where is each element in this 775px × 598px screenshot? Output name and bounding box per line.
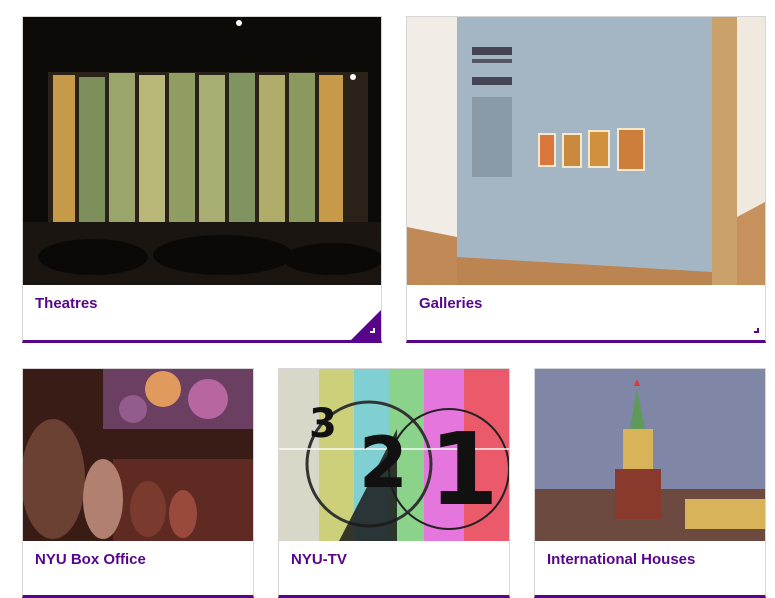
- international-houses-card[interactable]: International Houses: [534, 368, 766, 598]
- galleries-label[interactable]: Galleries: [419, 295, 482, 312]
- corner-arrow-icon[interactable]: [735, 310, 765, 340]
- nyu-tv-card[interactable]: 3 2 1 NYU-TV: [278, 368, 510, 598]
- galleries-image: [407, 17, 765, 285]
- theatres-label[interactable]: Theatres: [35, 295, 98, 312]
- box-office-label[interactable]: NYU Box Office: [35, 551, 146, 568]
- svg-text:2: 2: [359, 422, 408, 504]
- box-office-image: [23, 369, 253, 541]
- box-office-card[interactable]: NYU Box Office: [22, 368, 254, 598]
- galleries-card[interactable]: Galleries: [406, 16, 766, 343]
- svg-text:3: 3: [309, 401, 337, 447]
- international-houses-image: [535, 369, 765, 541]
- corner-arrow-icon[interactable]: [351, 310, 381, 340]
- nyu-tv-label[interactable]: NYU-TV: [291, 551, 347, 568]
- international-houses-label[interactable]: International Houses: [547, 551, 695, 568]
- theatres-card[interactable]: Theatres: [22, 16, 382, 343]
- theatres-image: [23, 17, 381, 285]
- nyu-tv-image: 3 2 1: [279, 369, 509, 541]
- svg-text:1: 1: [429, 411, 499, 528]
